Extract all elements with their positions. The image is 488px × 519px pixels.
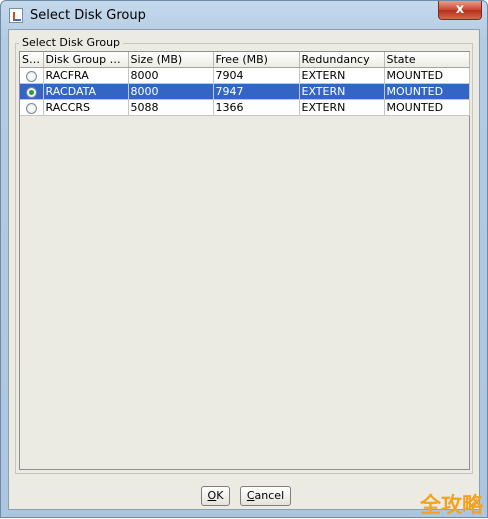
disk-group-table[interactable]: Se... Disk Group N... Size (MB) Free (MB… [19,51,470,470]
column-header-size[interactable]: Size (MB) [128,52,214,68]
column-header-disk-group-name[interactable]: Disk Group N... [43,52,129,68]
table-header: Se... Disk Group N... Size (MB) Free (MB… [20,52,470,68]
java-app-icon [9,8,23,23]
radio-unchecked-icon[interactable] [25,70,37,82]
dialog-window: Select Disk Group x Se... [0,0,488,518]
watermark-text: 全攻略 [420,493,483,517]
disk-group-panel: Se... Disk Group N... Size (MB) Free (MB… [15,43,473,474]
size-cell: 8000 [128,67,214,84]
redundancy-cell: EXTERN [299,67,385,84]
disk-group-name-cell: RACDATA [43,83,129,100]
title-bar[interactable]: Select Disk Group x [1,1,487,29]
disk-group-name-cell: RACFRA [43,67,129,84]
free-cell: 7947 [213,83,300,100]
column-header-select[interactable]: Se... [20,52,44,68]
table-row[interactable]: RACCRS 5088 1366 EXTERN MOUNTED [20,99,470,116]
row-select-cell[interactable] [20,99,44,116]
table-row[interactable]: RACDATA 8000 7947 EXTERN MOUNTED [20,83,470,100]
window-title: Select Disk Group [30,8,146,23]
free-cell: 7904 [213,67,300,84]
close-button[interactable]: x [438,1,482,20]
column-header-state[interactable]: State [384,52,470,68]
redundancy-cell: EXTERN [299,83,385,100]
column-header-redundancy[interactable]: Redundancy [299,52,385,68]
size-cell: 5088 [128,99,214,116]
radio-unchecked-icon[interactable] [25,102,37,114]
redundancy-cell: EXTERN [299,99,385,116]
free-cell: 1366 [213,99,300,116]
size-cell: 8000 [128,83,214,100]
cancel-button[interactable]: Cancel [240,486,291,506]
row-select-cell[interactable] [20,67,44,84]
state-cell: MOUNTED [384,99,470,116]
ok-button[interactable]: OK [201,486,230,506]
button-bar: OK Cancel [9,486,479,510]
table-row[interactable]: RACFRA 8000 7904 EXTERN MOUNTED [20,67,470,84]
dialog-content: Se... Disk Group N... Size (MB) Free (MB… [8,29,480,510]
state-cell: MOUNTED [384,83,470,100]
disk-group-name-cell: RACCRS [43,99,129,116]
group-box-title: Select Disk Group [19,36,124,49]
column-header-free[interactable]: Free (MB) [213,52,300,68]
row-select-cell[interactable] [20,83,44,100]
state-cell: MOUNTED [384,67,470,84]
radio-checked-icon[interactable] [25,86,37,98]
close-icon: x [455,2,465,17]
